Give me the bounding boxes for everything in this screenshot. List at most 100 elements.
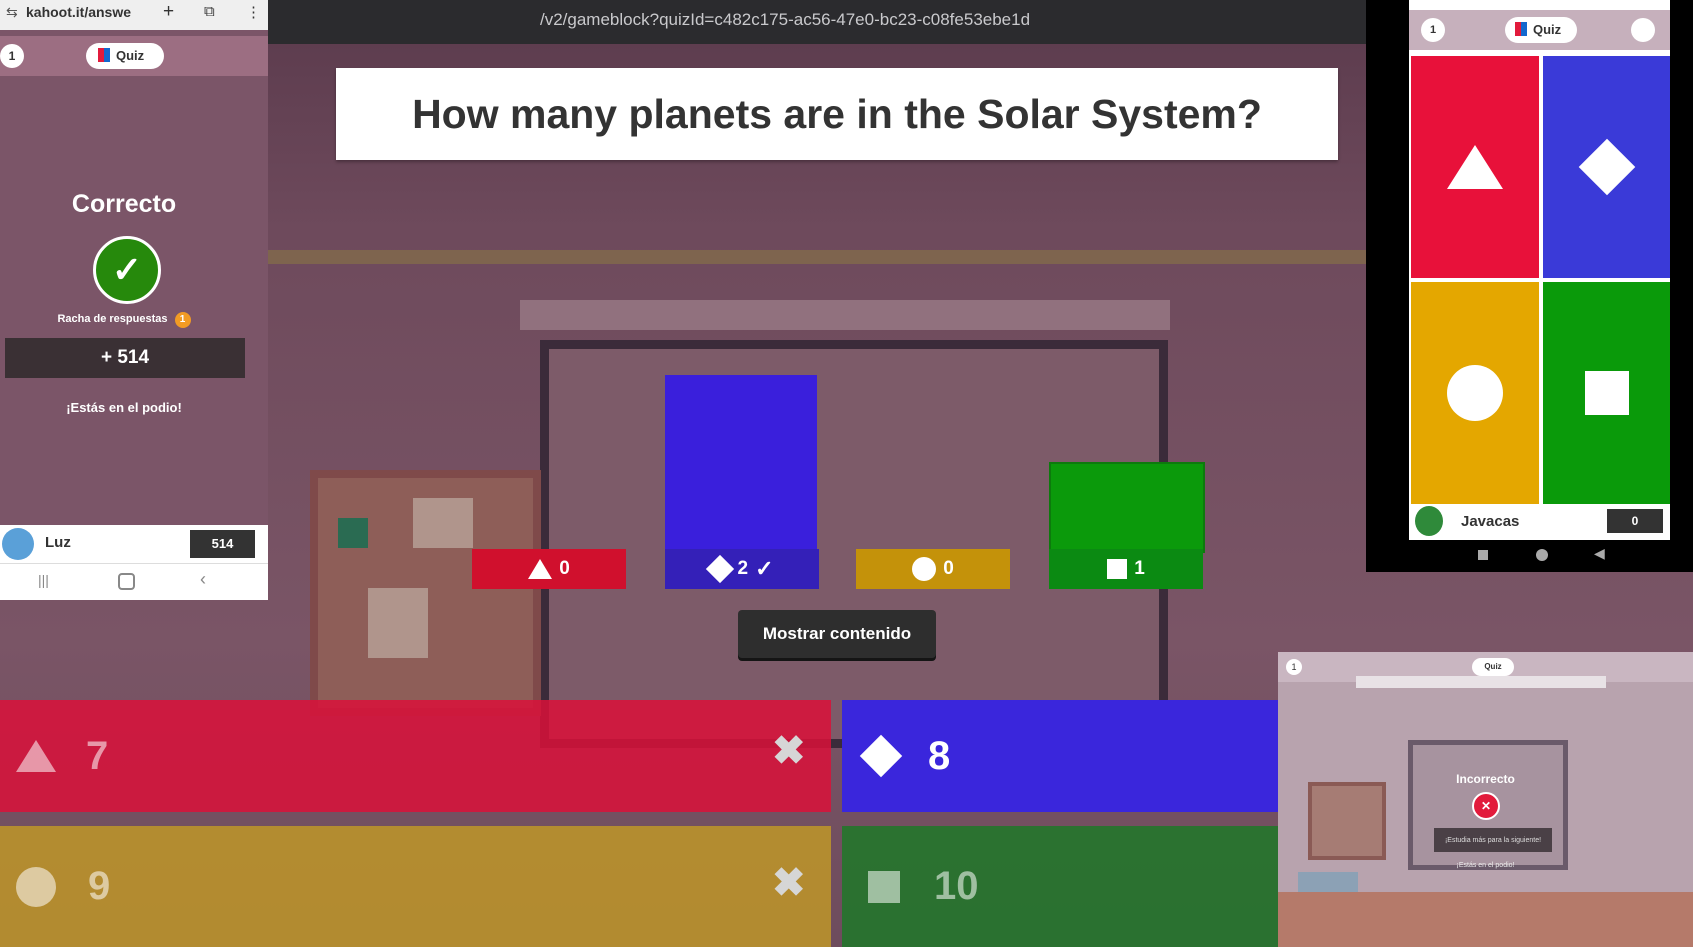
avatar (1631, 18, 1655, 42)
pinboard-background (1308, 782, 1386, 860)
answer-text: 7 (86, 733, 109, 778)
quiz-mode-pill: Quiz (86, 43, 164, 69)
address-bar[interactable]: /v2/gameblock?quizId=c482c175-ac56-47e0-… (268, 0, 1610, 44)
wrong-icon: ✕ (1472, 792, 1500, 820)
recent-apps-icon[interactable] (1478, 550, 1488, 560)
result-label-square: 1 (1049, 549, 1203, 589)
result-label-diamond: 2 ✓ (665, 549, 819, 589)
mobile-browser-bar: ⇆ kahoot.it/answe + ⧉ ⋮ (0, 0, 268, 30)
diamond-icon (859, 734, 903, 778)
result-bar-square (1049, 462, 1205, 553)
answer-button-triangle[interactable] (1411, 56, 1539, 278)
recent-apps-icon[interactable]: ||| (38, 572, 49, 588)
player-score: 514 (190, 530, 255, 558)
pin-note (368, 588, 428, 658)
answer-text: 10 (934, 864, 979, 908)
avatar (2, 528, 34, 560)
player-score: 0 (1607, 509, 1663, 533)
circle-icon (16, 866, 56, 907)
triangle-icon (1447, 145, 1503, 189)
result-count: 1 (1134, 558, 1145, 579)
question-title: How many planets are in the Solar System… (412, 90, 1262, 137)
tabs-icon[interactable]: ⇆ (6, 4, 18, 21)
pin-note (413, 498, 473, 548)
player-name: Javacas (1461, 513, 1520, 530)
wrong-icon: ✖ (772, 729, 806, 773)
answer-square[interactable]: 10 (842, 826, 1278, 947)
diamond-icon (1578, 138, 1635, 196)
square-icon (1107, 559, 1128, 579)
tab-count-icon[interactable]: ⧉ (204, 3, 215, 20)
podium-message: ¡Estás en el podio! (1456, 862, 1515, 869)
check-icon: ✓ (755, 556, 774, 581)
bottom-right-phone-overlay: 1 Quiz Incorrecto ✕ ¡Estudia más para la… (1278, 652, 1693, 947)
encouragement-message: ¡Estudia más para la siguiente! (1434, 828, 1552, 852)
square-icon (868, 870, 900, 903)
home-icon[interactable] (1536, 549, 1548, 561)
circle-icon (1447, 365, 1503, 421)
quiz-mode-label: Quiz (116, 48, 145, 63)
quiz-icon (1515, 22, 1527, 36)
triangle-icon (16, 740, 56, 772)
menu-icon[interactable]: ⋮ (246, 3, 261, 21)
quiz-mode-label: Quiz (1472, 658, 1514, 676)
answer-circle[interactable]: 9 ✖ (0, 826, 831, 947)
question-counter: 1 (1286, 659, 1302, 675)
triangle-icon (528, 559, 553, 579)
player-name: Luz (45, 534, 71, 551)
player-bar: Luz 514 (0, 525, 268, 563)
answer-text: 9 (88, 864, 111, 908)
answer-text: 8 (928, 733, 951, 778)
answer-diamond[interactable]: 8 (842, 700, 1278, 812)
quiz-icon (98, 48, 110, 62)
home-icon[interactable] (118, 573, 135, 590)
result-bar-diamond (665, 375, 817, 549)
android-nav-bar: ||| ‹ (0, 563, 268, 600)
streak-label: Racha de respuestas (57, 313, 168, 325)
back-icon[interactable]: ◀ (1594, 545, 1605, 562)
android-nav-bar: ◀ (1366, 540, 1693, 572)
back-icon[interactable]: ‹ (200, 569, 206, 590)
wall-trim (268, 250, 1368, 264)
quiz-mode-label: Quiz (1533, 22, 1562, 37)
player-bar: Javacas 0 (1409, 504, 1670, 540)
result-title: Incorrecto (1456, 772, 1515, 786)
question-box: How many planets are in the Solar System… (336, 68, 1338, 160)
pinboard-background (310, 470, 541, 716)
floor-background (1278, 892, 1693, 947)
result-count: 0 (943, 558, 954, 579)
whiteboard-rail (520, 300, 1170, 330)
answer-triangle[interactable]: 7 ✖ (0, 700, 831, 812)
mobile-game-header: 1 Quiz (0, 36, 268, 76)
mobile-url[interactable]: kahoot.it/answe (26, 4, 131, 20)
show-content-button[interactable]: Mostrar contenido (738, 610, 936, 658)
result-label-circle: 0 (856, 549, 1010, 589)
result-count: 0 (559, 558, 570, 579)
wrong-icon: ✖ (772, 861, 806, 905)
new-tab-icon[interactable]: + (163, 1, 174, 23)
avatar (1415, 506, 1443, 536)
answer-button-square[interactable] (1543, 282, 1670, 504)
circle-icon (912, 557, 937, 581)
mobile-game-header: 1 Quiz (1409, 10, 1670, 50)
answer-button-circle[interactable] (1411, 282, 1539, 504)
streak-count: 1 (174, 312, 191, 328)
result-count: 2 (737, 558, 749, 579)
question-counter: 1 (0, 44, 24, 68)
points-earned: + 514 (5, 338, 245, 378)
result-label-triangle: 0 (472, 549, 626, 589)
answer-streak: Racha de respuestas 1 (0, 312, 248, 328)
quiz-mode-pill: Quiz (1505, 17, 1577, 43)
result-title: Correcto (71, 190, 177, 218)
pin-note (338, 518, 368, 548)
question-counter: 1 (1421, 18, 1445, 42)
podium-message: ¡Estás en el podio! (66, 400, 182, 415)
address-url[interactable]: /v2/gameblock?quizId=c482c175-ac56-47e0-… (540, 10, 1030, 30)
diamond-icon (706, 554, 735, 584)
answer-button-diamond[interactable] (1543, 56, 1670, 278)
ceiling-light (1356, 676, 1606, 688)
check-icon: ✓ (93, 236, 161, 304)
square-icon (1584, 371, 1629, 415)
right-phone-overlay: 1 Quiz Javacas 0 ◀ (1366, 0, 1693, 572)
phone-screen: 1 Quiz Javacas 0 (1409, 0, 1670, 540)
